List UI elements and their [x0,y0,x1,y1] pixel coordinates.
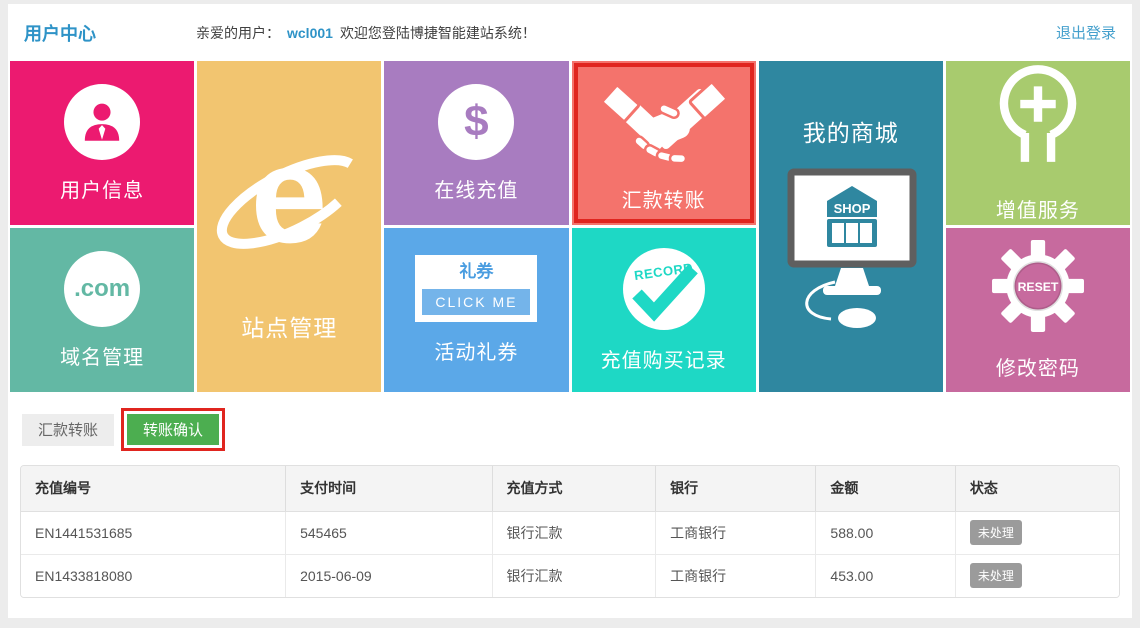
username-link[interactable]: wcl001 [287,25,333,41]
cell-status: 未处理 [955,554,1119,597]
greeting: 亲爱的用户： wcl001 欢迎您登陆博捷智能建站系统！ [196,23,536,43]
tile-label: 汇款转账 [622,184,706,213]
page-title: 用户中心 [24,20,96,46]
table-row: EN1433818080 2015-06-09 银行汇款 工商银行 453.00… [21,554,1119,597]
tile-label: 用户信息 [60,174,144,203]
tile-remittance-transfer[interactable]: 汇款转账 [572,61,756,225]
table-row: EN1441531685 545465 银行汇款 工商银行 588.00 未处理 [21,511,1119,554]
svg-text:SHOP: SHOP [833,201,870,216]
tab-remittance-transfer[interactable]: 汇款转账 [22,414,114,446]
col-header-recharge-method: 充值方式 [492,466,656,511]
svg-text:e: e [251,118,328,272]
main-panel: 用户中心 亲爱的用户： wcl001 欢迎您登陆博捷智能建站系统！ 退出登录 用… [8,4,1132,618]
tile-activity-coupon[interactable]: 礼券 CLICK ME 活动礼券 [384,228,568,392]
cell-recharge-method: 银行汇款 [492,511,656,554]
tile-label: 充值购买记录 [601,344,727,373]
greeting-suffix: 欢迎您登陆博捷智能建站系统！ [340,23,536,43]
cell-recharge-method: 银行汇款 [492,554,656,597]
tile-site-management[interactable]: e 站点管理 [197,61,381,392]
logout-link[interactable]: 退出登录 [1056,22,1116,43]
person-icon [64,84,140,160]
tab-transfer-confirm[interactable]: 转账确认 [127,414,219,445]
transfer-table: 充值编号 支付时间 充值方式 银行 金额 状态 EN1441531685 545… [21,466,1119,597]
transfer-table-card: 充值编号 支付时间 充值方式 银行 金额 状态 EN1441531685 545… [20,465,1120,598]
cell-pay-time: 2015-06-09 [286,554,492,597]
tile-label: 域名管理 [60,341,144,370]
cell-recharge-id: EN1441531685 [21,511,286,554]
status-badge: 未处理 [970,563,1022,588]
col-header-pay-time: 支付时间 [286,466,492,511]
col-header-bank: 银行 [656,466,816,511]
cell-status: 未处理 [955,511,1119,554]
tile-change-password[interactable]: RESET 修改密码 [946,228,1130,392]
coupon-icon: 礼券 CLICK ME [415,255,537,322]
cell-bank: 工商银行 [656,554,816,597]
tile-online-recharge[interactable]: $ 在线充值 [384,61,568,225]
tile-value-added-services[interactable]: 增值服务 [946,61,1130,225]
handshake-icon [599,73,729,170]
tile-user-info[interactable]: 用户信息 [10,61,194,225]
tile-grid: 用户信息 e 站点管理 $ 在线充值 [10,61,1130,392]
header-bar: 用户中心 亲爱的用户： wcl001 欢迎您登陆博捷智能建站系统！ 退出登录 [8,4,1132,61]
gear-reset-icon: RESET [991,239,1085,338]
tile-label: 增值服务 [996,194,1080,223]
cell-amount: 588.00 [816,511,955,554]
cell-recharge-id: EN1433818080 [21,554,286,597]
tab-bar: 汇款转账 转账确认 [8,392,1132,463]
coupon-click-me-button[interactable]: CLICK ME [422,289,530,315]
status-badge: 未处理 [970,520,1022,545]
tile-recharge-records[interactable]: RECORD 充值购买记录 [572,228,756,392]
shop-monitor-icon: SHOP [771,166,931,339]
table-header-row: 充值编号 支付时间 充值方式 银行 金额 状态 [21,466,1119,511]
tab-highlight-box: 转账确认 [121,408,225,451]
tile-label: 修改密码 [996,352,1080,381]
cell-pay-time: 545465 [286,511,492,554]
greeting-prefix: 亲爱的用户： [196,23,280,43]
dotcom-icon: .com [64,251,140,327]
ie-browser-icon: e [211,110,367,295]
dollar-icon: $ [438,84,514,160]
tile-label: 我的商城 [803,114,899,148]
cell-amount: 453.00 [816,554,955,597]
col-header-recharge-id: 充值编号 [21,466,286,511]
cell-bank: 工商银行 [656,511,816,554]
record-check-icon: RECORD [623,248,705,330]
col-header-status: 状态 [955,466,1119,511]
bulb-plus-icon [986,63,1090,180]
tile-domain-management[interactable]: .com 域名管理 [10,228,194,392]
tile-label: 活动礼券 [434,336,518,365]
coupon-title: 礼券 [415,255,537,289]
tile-label: 站点管理 [241,309,337,343]
svg-text:RESET: RESET [1017,280,1058,294]
col-header-amount: 金额 [816,466,955,511]
tile-label: 在线充值 [434,174,518,203]
tile-my-mall[interactable]: 我的商城 SHOP [759,61,943,392]
